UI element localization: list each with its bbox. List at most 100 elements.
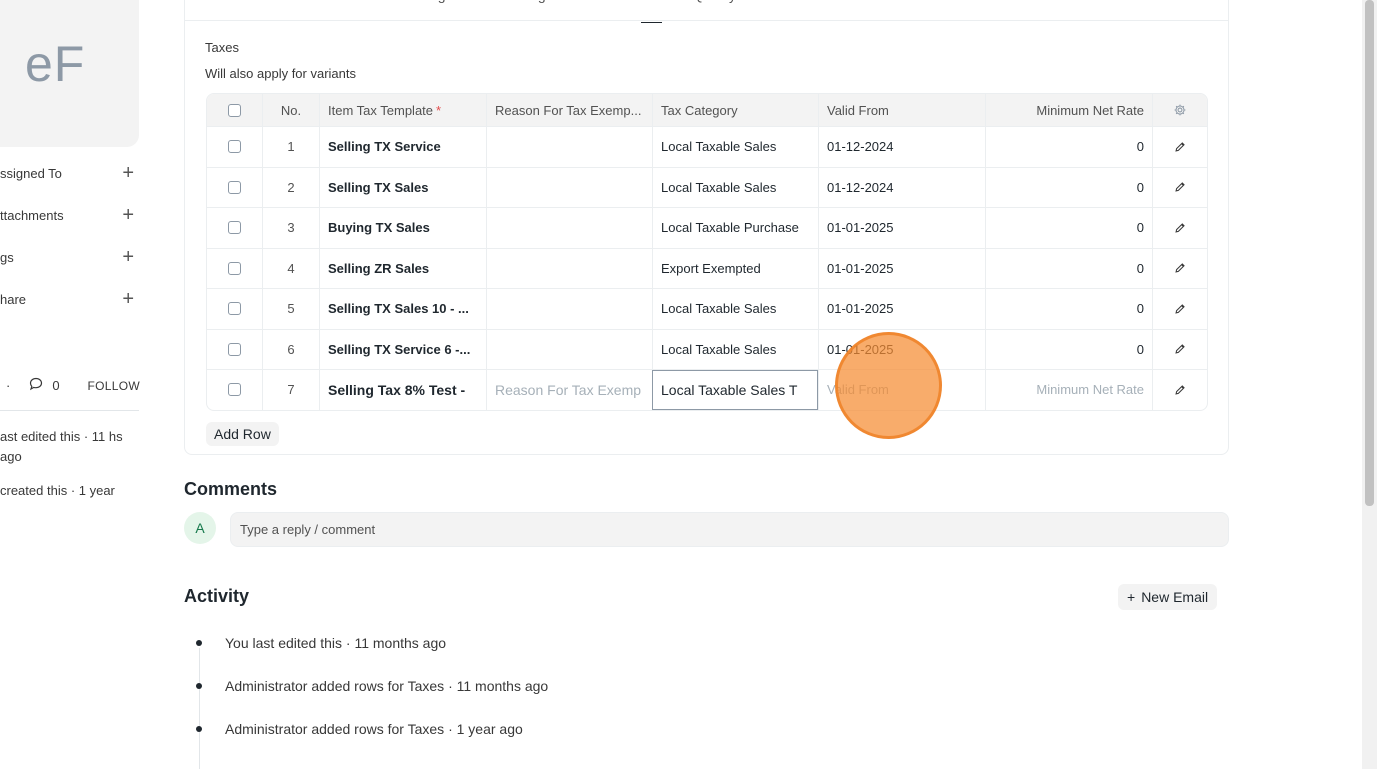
avatar-initials: eF (25, 36, 86, 92)
follow-row: · 0 FOLLOW (0, 376, 140, 395)
user-avatar: A (184, 512, 216, 544)
tax-category-cell[interactable]: Local Taxable Sales (652, 167, 818, 207)
tax-category-cell[interactable]: Export Exempted (652, 248, 818, 288)
comment-icon[interactable] (28, 376, 44, 395)
tax-category-cell[interactable]: Local Taxable Purchase (652, 208, 818, 248)
table-row[interactable]: 1 Selling TX Service Local Taxable Sales 01… (207, 126, 1207, 167)
tab-tax[interactable]: Tax (640, 0, 662, 23)
tab-bar: Details Dashboard Accounting Purchasing … (205, 0, 736, 23)
valid-from-cell[interactable]: 01-01-2025 (818, 208, 985, 248)
pencil-icon[interactable] (1173, 302, 1187, 316)
reason-cell[interactable] (486, 289, 652, 329)
header-reason: Reason For Tax Exemp... (486, 94, 652, 126)
pencil-icon[interactable] (1173, 140, 1187, 154)
activity-title: Activity (184, 586, 250, 606)
row-checkbox[interactable] (228, 383, 241, 397)
sidebar-item-tags[interactable]: gs + (0, 246, 140, 268)
sidebar-item-share[interactable]: hare + (0, 288, 140, 310)
valid-from-cell[interactable]: 01-01-2025 (818, 289, 985, 329)
add-row-button[interactable]: Add Row (206, 422, 279, 446)
table-row[interactable]: 5 Selling TX Sales 10 - ... Local Taxable … (207, 288, 1207, 329)
item-tax-template-cell[interactable]: Selling TX Sales (319, 167, 486, 207)
table-row[interactable]: 4 Selling ZR Sales Export Exempted 01-01-20… (207, 247, 1207, 289)
pencil-icon[interactable] (1173, 261, 1187, 275)
add-icon[interactable]: + (122, 205, 134, 225)
row-edit-cell (1152, 167, 1207, 207)
tab-details[interactable]: Details (205, 0, 248, 17)
sidebar-item-assigned-to[interactable]: ssigned To + (0, 162, 140, 184)
row-checkbox[interactable] (228, 261, 241, 275)
new-email-button[interactable]: + New Email (1118, 584, 1218, 610)
item-tax-template-input[interactable]: Selling Tax 8% Test - (319, 370, 486, 410)
row-no: 6 (262, 329, 319, 369)
tab-dashboard[interactable]: Dashboard (278, 0, 347, 17)
tax-category-input[interactable]: Local Taxable Sales T (652, 370, 818, 410)
reason-cell[interactable] (486, 127, 652, 167)
reason-cell[interactable] (486, 167, 652, 207)
reason-cell[interactable] (486, 329, 652, 369)
avatar: eF (0, 0, 139, 147)
row-checkbox[interactable] (228, 342, 241, 356)
tab-quality[interactable]: Quality (692, 0, 736, 17)
row-checkbox[interactable] (228, 302, 241, 316)
item-tax-template-cell[interactable]: Selling ZR Sales (319, 248, 486, 288)
min-net-rate-cell[interactable]: 0 (985, 329, 1152, 369)
tax-category-cell[interactable]: Local Taxable Sales (652, 329, 818, 369)
table-row[interactable]: 2 Selling TX Sales Local Taxable Sales 01-1… (207, 166, 1207, 208)
tab-sales[interactable]: Sales (576, 0, 611, 17)
scrollbar-thumb[interactable] (1365, 0, 1374, 506)
min-net-rate-cell[interactable]: 0 (985, 167, 1152, 207)
table-row[interactable]: 6 Selling TX Service 6 -... Local Taxable … (207, 328, 1207, 370)
item-tax-template-cell[interactable]: Selling TX Sales 10 - ... (319, 289, 486, 329)
row-checkbox[interactable] (228, 140, 241, 154)
row-checkbox[interactable] (228, 221, 241, 235)
row-select-cell (207, 168, 262, 208)
row-select-cell (207, 249, 262, 289)
sidebar-item-label: hare (0, 291, 27, 307)
item-tax-template-cell[interactable]: Selling TX Service 6 -... (319, 329, 486, 369)
follow-button[interactable]: FOLLOW (88, 379, 140, 393)
row-edit-cell (1152, 248, 1207, 288)
pencil-icon[interactable] (1173, 342, 1187, 356)
pencil-icon[interactable] (1173, 180, 1187, 194)
comment-input[interactable]: Type a reply / comment (230, 512, 1229, 547)
valid-from-cell[interactable]: 01-12-2024 (818, 167, 985, 207)
header-min-net-rate: Minimum Net Rate (985, 94, 1152, 126)
tab-purchasing[interactable]: Purchasing (476, 0, 546, 17)
add-icon[interactable]: + (122, 289, 134, 309)
row-edit-cell (1152, 127, 1207, 167)
sidebar-item-label: gs (0, 249, 14, 265)
sidebar-item-attachments[interactable]: ttachments + (0, 204, 140, 226)
add-icon[interactable]: + (122, 163, 134, 183)
select-all-checkbox[interactable] (228, 103, 241, 117)
reason-cell[interactable] (486, 248, 652, 288)
tabs-divider (185, 20, 1228, 21)
pencil-icon[interactable] (1173, 221, 1187, 235)
taxes-table: No. Item Tax Template * Reason For Tax Ex… (206, 93, 1208, 411)
valid-from-cell[interactable]: 01-01-2025 (818, 248, 985, 288)
tax-category-cell[interactable]: Local Taxable Sales (652, 127, 818, 167)
row-checkbox[interactable] (228, 180, 241, 194)
sidebar-divider (0, 410, 139, 411)
tax-category-cell[interactable]: Local Taxable Sales (652, 289, 818, 329)
item-tax-template-cell[interactable]: Selling TX Service (319, 127, 486, 167)
min-net-rate-cell[interactable]: 0 (985, 208, 1152, 248)
gear-icon[interactable] (1173, 103, 1187, 117)
activity-item: Administrator added rows for Taxes · 11 … (196, 678, 548, 694)
table-row-editing[interactable]: 7 Selling Tax 8% Test - Reason For Tax E… (207, 369, 1207, 410)
valid-from-cell[interactable]: 01-12-2024 (818, 127, 985, 167)
min-net-rate-input[interactable]: Minimum Net Rate (985, 370, 1152, 410)
min-net-rate-cell[interactable]: 0 (985, 289, 1152, 329)
min-net-rate-cell[interactable]: 0 (985, 127, 1152, 167)
pencil-icon[interactable] (1173, 383, 1187, 397)
row-select-cell (207, 330, 262, 370)
min-net-rate-cell[interactable]: 0 (985, 248, 1152, 288)
add-icon[interactable]: + (122, 247, 134, 267)
table-row[interactable]: 3 Buying TX Sales Local Taxable Purchase 01… (207, 207, 1207, 248)
reason-cell[interactable] (486, 208, 652, 248)
item-tax-template-cell[interactable]: Buying TX Sales (319, 208, 486, 248)
reason-input[interactable]: Reason For Tax Exemp (486, 370, 652, 410)
activity-text: Administrator added rows for Taxes · 11 … (225, 678, 549, 694)
row-no: 4 (262, 248, 319, 288)
tab-accounting[interactable]: Accounting (376, 0, 445, 17)
